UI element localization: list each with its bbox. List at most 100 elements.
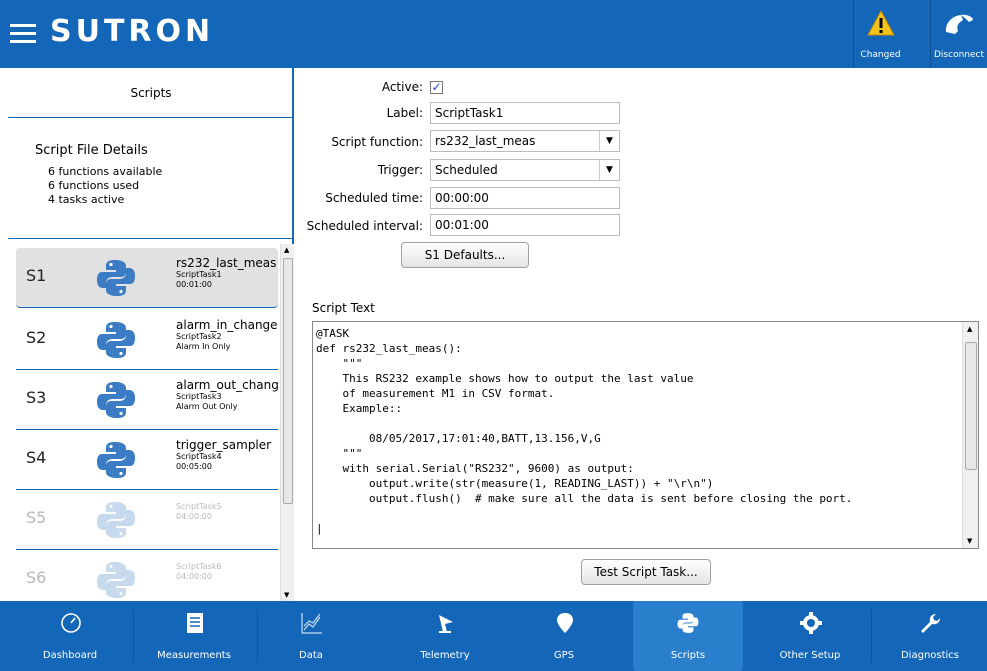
python-icon	[97, 502, 135, 538]
scheduled-time-input[interactable]: 00:00:00	[430, 187, 620, 209]
nav-label: Diagnostics	[900, 650, 960, 661]
nav-measurements[interactable]: Measurements	[135, 601, 253, 671]
task-name: ScriptTask3	[176, 392, 222, 401]
nav-label: GPS	[553, 650, 575, 661]
tasks-active-text: 4 tasks active	[48, 193, 125, 206]
antenna-icon	[439, 615, 453, 633]
scheduled-time-label: Scheduled time:	[325, 191, 423, 205]
task-list-scrollbar[interactable]: ▲ ▼	[280, 244, 294, 601]
nav-label: Measurements	[157, 650, 231, 661]
task-id: S5	[26, 508, 47, 527]
phone-icon	[945, 14, 973, 34]
task-list-scroll-thumb[interactable]	[283, 258, 293, 504]
changed-button[interactable]: Changed	[853, 0, 907, 68]
document-icon	[187, 613, 203, 633]
trigger-select[interactable]: Scheduled ▼	[430, 159, 620, 181]
task-name: ScriptTask1	[176, 270, 222, 279]
nav-telemetry[interactable]: Telemetry	[386, 601, 504, 671]
nav-label: Telemetry	[420, 650, 470, 661]
nav-data[interactable]: Data	[252, 601, 370, 671]
defaults-button[interactable]: S1 Defaults...	[401, 242, 529, 268]
gear-icon	[800, 612, 822, 634]
task-detail: 04:00:00	[176, 512, 212, 521]
menu-icon[interactable]	[10, 24, 36, 44]
scheduled-interval-input[interactable]: 00:01:00	[430, 214, 620, 236]
disconnect-button[interactable]: Disconnect	[930, 0, 987, 68]
task-detail: Alarm Out Only	[176, 402, 238, 411]
nav-divider	[871, 609, 872, 663]
task-detail: Alarm In Only	[176, 342, 231, 351]
scroll-down-icon[interactable]: ▼	[284, 591, 289, 599]
nav-label: Dashboard	[42, 650, 98, 661]
python-icon	[97, 442, 135, 478]
task-function: alarm_out_chang	[176, 378, 278, 392]
script-scrollbar[interactable]: ▲ ▼	[962, 322, 978, 548]
python-icon	[97, 322, 135, 358]
task-item-s2[interactable]: S2 alarm_in_change ScriptTask2 Alarm In …	[16, 310, 278, 370]
nav-scripts[interactable]: Scripts	[633, 601, 743, 671]
header-bar: SUTRON Changed Disconnect	[0, 0, 987, 68]
script-file-details: Script File Details 6 functions availabl…	[8, 119, 294, 239]
task-list: S1 rs232_last_meas ScriptTask1 00:01:00 …	[8, 244, 278, 601]
nav-label: Data	[299, 650, 323, 661]
script-function-select[interactable]: rs232_last_meas ▼	[430, 130, 620, 152]
disconnect-label: Disconnect	[934, 50, 984, 60]
task-function: trigger_sampler	[176, 438, 272, 452]
functions-used-text: 6 functions used	[48, 179, 140, 192]
python-icon	[677, 613, 699, 633]
script-code[interactable]: @TASK def rs232_last_meas(): """ This RS…	[316, 326, 852, 536]
trigger-value: Scheduled	[435, 163, 498, 177]
scheduled-interval-label: Scheduled interval:	[306, 219, 423, 233]
script-function-label: Script function:	[331, 135, 423, 149]
nav-dashboard[interactable]: Dashboard	[11, 601, 129, 671]
task-item-s5[interactable]: S5 ScriptTask5 04:00:00	[16, 490, 278, 550]
task-function: alarm_in_change	[176, 318, 278, 332]
task-detail: 00:01:00	[176, 280, 212, 289]
task-item-s6[interactable]: S6 ScriptTask6 04:00:00	[16, 550, 278, 601]
script-text-editor[interactable]: @TASK def rs232_last_meas(): """ This RS…	[312, 321, 979, 549]
task-id: S2	[26, 328, 47, 347]
brand-logo: SUTRON	[50, 14, 215, 49]
chevron-down-icon: ▼	[599, 160, 619, 180]
python-icon	[97, 382, 135, 418]
task-name: ScriptTask5	[176, 502, 222, 511]
task-name: ScriptTask4	[176, 452, 222, 461]
details-title: Script File Details	[35, 143, 148, 158]
changed-label: Changed	[860, 50, 901, 60]
active-label: Active:	[381, 80, 423, 94]
scroll-down-icon[interactable]: ▼	[967, 537, 972, 545]
chevron-down-icon: ▼	[599, 131, 619, 151]
trigger-label: Trigger:	[377, 163, 423, 177]
nav-gps[interactable]: GPS	[505, 601, 623, 671]
task-item-s1[interactable]: S1 rs232_last_meas ScriptTask1 00:01:00	[16, 248, 278, 308]
script-function-value: rs232_last_meas	[435, 134, 536, 148]
gauge-icon	[61, 613, 81, 633]
task-id: S3	[26, 388, 47, 407]
task-item-s4[interactable]: S4 trigger_sampler ScriptTask4 00:05:00	[16, 430, 278, 490]
python-icon	[97, 260, 135, 296]
location-pin-icon	[557, 613, 573, 633]
scripts-panel-title: Scripts	[8, 68, 294, 118]
nav-other-setup[interactable]: Other Setup	[751, 601, 869, 671]
task-id: S4	[26, 448, 47, 467]
label-label: Label:	[386, 106, 423, 120]
scroll-up-icon[interactable]: ▲	[284, 246, 289, 254]
nav-diagnostics[interactable]: Diagnostics	[873, 601, 987, 671]
functions-available-text: 6 functions available	[48, 165, 163, 178]
python-icon	[97, 562, 135, 598]
task-name: ScriptTask2	[176, 332, 222, 341]
script-scroll-thumb[interactable]	[965, 342, 977, 470]
script-text-label: Script Text	[312, 301, 375, 315]
label-input[interactable]: ScriptTask1	[430, 102, 620, 124]
test-script-task-button[interactable]: Test Script Task...	[581, 559, 711, 585]
bottom-nav: Dashboard Measurements Data Telemetry GP…	[0, 601, 987, 671]
nav-divider	[133, 609, 134, 663]
task-item-s3[interactable]: S3 alarm_out_chang ScriptTask3 Alarm Out…	[16, 370, 278, 430]
active-checkbox[interactable]: ✓	[430, 81, 443, 94]
nav-label: Other Setup	[779, 650, 841, 661]
task-name: ScriptTask6	[176, 562, 222, 571]
task-function: rs232_last_meas	[176, 256, 277, 270]
scroll-up-icon[interactable]: ▲	[967, 325, 972, 333]
task-detail: 04:00:00	[176, 572, 212, 581]
warning-icon	[867, 10, 895, 36]
